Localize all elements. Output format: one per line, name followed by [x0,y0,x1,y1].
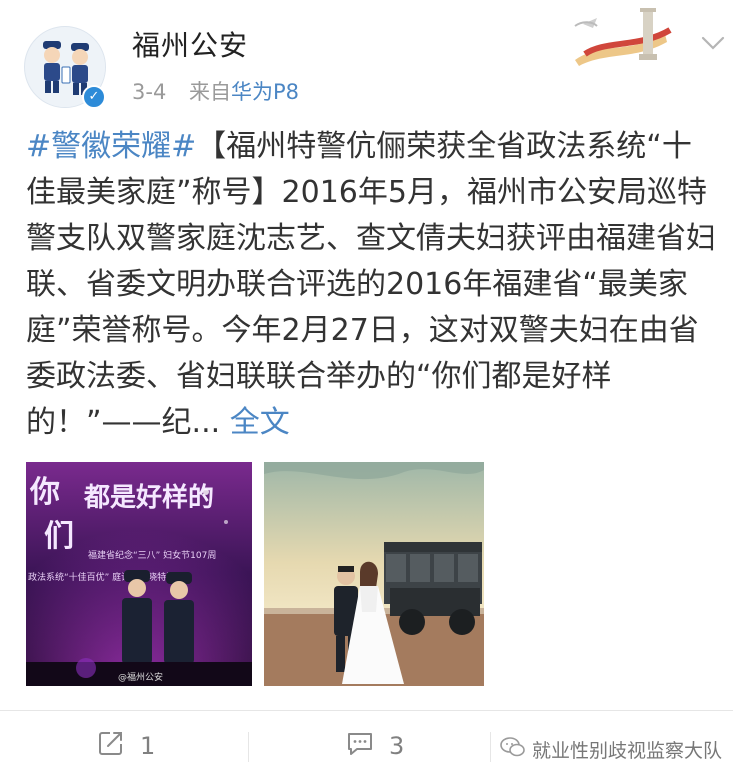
post-text: #警徽荣耀#【福州特警伉俪荣获全省政法系统“十佳最美家庭”称号】2016年5月，… [26,124,716,446]
image-big-text-3: 都是好样的 [83,482,214,513]
repost-icon [96,728,126,764]
comment-button[interactable]: 3 [345,730,404,762]
wechat-watermark-text: 就业性别歧视监察大队 [532,740,723,762]
post-date: 3-4 [132,80,167,104]
post-image-1[interactable]: 你 都是好样的 们 福建省纪念“三八” 妇女节107周 政法系统“十佳百优” 庭… [26,462,252,686]
post-meta: 3-4 来自华为P8 [132,76,299,106]
image-sub-text: 福建省纪念“三八” 妇女节107周 [88,549,216,561]
full-text-link[interactable]: 全文 [230,405,290,440]
image-sub-text-2: 政法系统“十佳百优” 庭评选揭晓特别 [28,571,175,583]
header-decoration-icon [545,2,695,68]
image-watermark: @福州公安 [118,671,163,683]
action-bar-divider [0,710,733,711]
post-header: ✓ 福州公安 3-4 来自华为P8 [0,0,733,118]
author-name[interactable]: 福州公安 [132,24,248,64]
wechat-icon [500,736,526,763]
image-big-text-1: 你 [29,475,60,510]
source-device[interactable]: 华为P8 [231,80,299,104]
post-body: 【福州特警伉俪荣获全省政法系统“十佳最美家庭”称号】2016年5月，福州市公安局… [26,129,716,440]
verified-badge-icon: ✓ [82,85,106,109]
comment-icon [345,728,375,764]
action-separator [490,732,491,762]
comment-count: 3 [389,732,405,760]
action-bar: 1 3 就业性别歧视监察大队 [0,712,733,782]
repost-button[interactable]: 1 [96,730,155,762]
hashtag-link[interactable]: #警徽荣耀# [26,129,196,164]
chevron-down-icon[interactable] [698,28,728,58]
image-big-text-2: 们 [44,519,74,554]
action-separator [248,732,249,762]
wechat-watermark: 就业性别歧视监察大队 [500,736,722,763]
source-prefix: 来自 [189,80,231,104]
repost-count: 1 [140,732,156,760]
post-image-2[interactable] [264,462,484,686]
